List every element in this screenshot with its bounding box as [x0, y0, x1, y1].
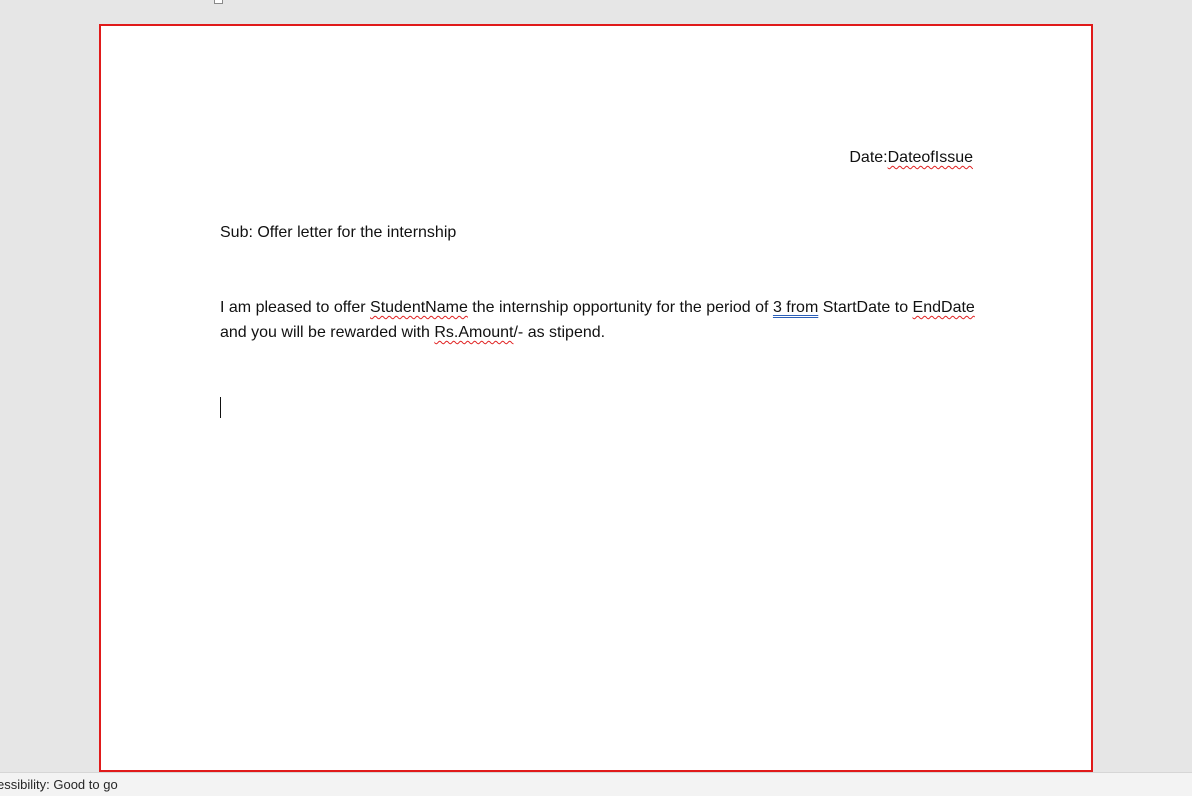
- body-text-4: and you will be rewarded with: [220, 324, 435, 341]
- status-bar: essibility: Good to go: [0, 772, 1192, 796]
- student-name-field[interactable]: StudentName: [370, 299, 468, 316]
- end-date-field[interactable]: EndDate: [913, 299, 975, 316]
- accessibility-status[interactable]: essibility: Good to go: [0, 777, 118, 792]
- body-text-2: the internship opportunity for the perio…: [467, 299, 773, 316]
- subject-line[interactable]: Sub: Offer letter for the internship: [220, 220, 456, 245]
- text-cursor: [220, 397, 221, 418]
- period-value[interactable]: 3 from: [773, 299, 818, 316]
- date-prefix: Date:: [849, 149, 888, 166]
- document-page[interactable]: Date:DateofIssue Sub: Offer letter for t…: [99, 24, 1093, 772]
- date-line[interactable]: Date:DateofIssue: [849, 145, 973, 170]
- body-paragraph[interactable]: I am pleased to offer StudentName the in…: [220, 295, 980, 345]
- date-field[interactable]: DateofIssue: [888, 149, 973, 166]
- body-text-3: StartDate to: [818, 299, 913, 316]
- document-workspace: Date:DateofIssue Sub: Offer letter for t…: [0, 0, 1192, 772]
- amount-field[interactable]: Rs.Amount: [434, 324, 513, 341]
- body-text-1: I am pleased to offer: [220, 299, 371, 316]
- body-text-5: /- as stipend.: [513, 324, 606, 341]
- paragraph-anchor-icon[interactable]: [214, 0, 223, 4]
